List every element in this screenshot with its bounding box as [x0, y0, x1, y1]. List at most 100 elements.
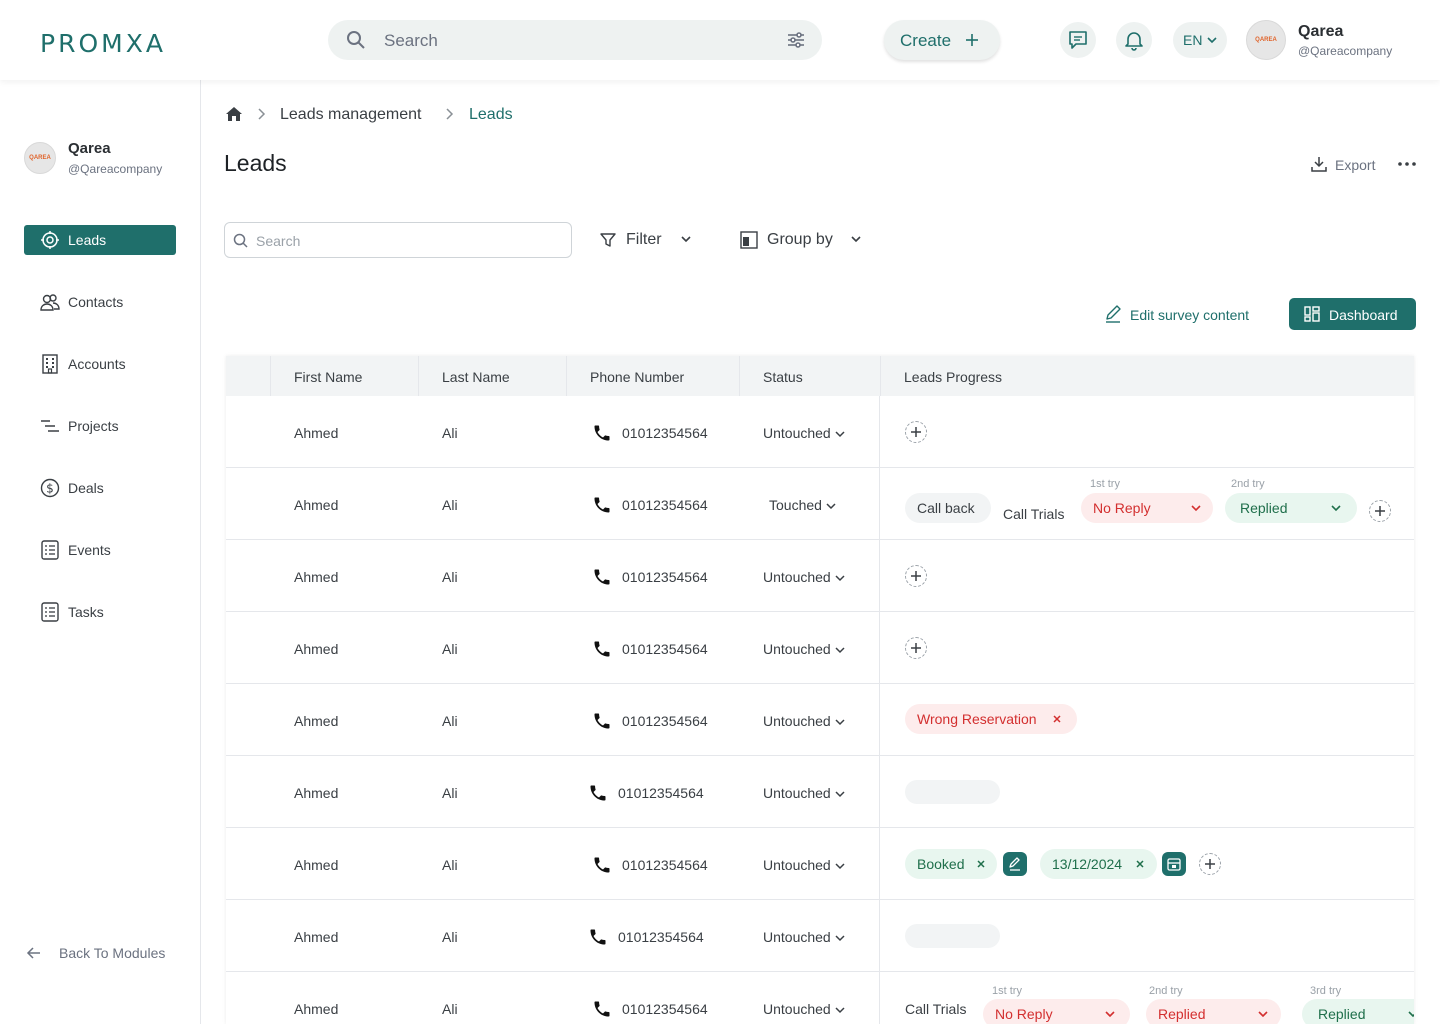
top-bar: PROMXA Search Create EN QAREA Qarea @Qar… — [0, 0, 1440, 80]
filter-settings-icon[interactable] — [786, 30, 806, 50]
table-row[interactable]: Ahmed Ali 01012354564 Touched Call back … — [226, 468, 1414, 540]
booked-tag[interactable]: Booked — [905, 849, 997, 879]
close-icon[interactable] — [1053, 715, 1061, 723]
try-1-dropdown[interactable]: No Reply — [983, 999, 1130, 1024]
close-icon[interactable] — [1136, 860, 1144, 868]
plus-icon — [911, 427, 921, 437]
column-status[interactable]: Status — [739, 356, 880, 396]
try-2-dropdown[interactable]: Replied — [1146, 999, 1281, 1024]
sidebar-item-accounts[interactable]: Accounts — [24, 349, 176, 379]
messages-button[interactable] — [1060, 22, 1096, 58]
try-label: 2nd try — [1149, 985, 1183, 997]
add-try-button[interactable] — [1369, 500, 1391, 522]
sidebar-item-label: Events — [68, 542, 111, 558]
table-row[interactable]: Ahmed Ali 01012354564 Untouched — [226, 900, 1414, 972]
call-back-chip[interactable]: Call back — [905, 493, 991, 523]
sidebar-item-tasks[interactable]: Tasks — [24, 597, 176, 627]
status-dropdown[interactable]: Untouched — [763, 785, 845, 801]
try-2-dropdown[interactable]: Replied — [1225, 493, 1357, 523]
phone-icon[interactable] — [592, 495, 612, 515]
sidebar-item-events[interactable]: Events — [24, 535, 176, 565]
chevron-down-icon — [1331, 505, 1341, 512]
plus-icon — [1205, 859, 1215, 869]
table-row[interactable]: Ahmed Ali 01012354564 Untouched — [226, 540, 1414, 612]
table-row[interactable]: Ahmed Ali 01012354564 Untouched — [226, 396, 1414, 468]
phone-icon[interactable] — [592, 999, 612, 1019]
pencil-icon — [1009, 857, 1020, 871]
target-icon — [41, 231, 59, 249]
column-first-name[interactable]: First Name — [270, 356, 418, 396]
status-dropdown[interactable]: Untouched — [763, 1001, 845, 1017]
plus-icon — [911, 571, 921, 581]
status-dropdown[interactable]: Untouched — [763, 929, 845, 945]
checklist-icon — [41, 602, 59, 622]
phone-icon[interactable] — [592, 639, 612, 659]
column-label: Status — [763, 369, 803, 385]
table-row[interactable]: Ahmed Ali 01012354564 Untouched Wrong Re… — [226, 684, 1414, 756]
table-row[interactable]: Ahmed Ali 01012354564 Untouched — [226, 756, 1414, 828]
status-value: Untouched — [763, 425, 831, 441]
status-dropdown[interactable]: Untouched — [763, 857, 845, 873]
sidebar-item-label: Contacts — [68, 294, 124, 310]
phone-icon[interactable] — [588, 927, 608, 947]
edit-survey-label: Edit survey content — [1130, 307, 1250, 323]
more-options-icon[interactable] — [1398, 161, 1416, 167]
sidebar-item-projects[interactable]: Projects — [24, 411, 176, 441]
home-icon[interactable] — [224, 104, 244, 124]
phone-number-cell: 01012354564 — [618, 785, 704, 801]
breadcrumb-leads-management[interactable]: Leads management — [280, 106, 421, 124]
column-last-name[interactable]: Last Name — [418, 356, 566, 396]
column-label: Phone Number — [590, 369, 685, 385]
try-3-dropdown[interactable]: Replied — [1302, 999, 1414, 1024]
add-progress-button[interactable] — [905, 565, 927, 587]
pick-date-button[interactable] — [1162, 852, 1186, 876]
sidebar-item-contacts[interactable]: Contacts — [24, 287, 176, 317]
edit-booking-button[interactable] — [1003, 852, 1027, 876]
sidebar-item-leads[interactable]: Leads — [24, 225, 176, 255]
status-value: Untouched — [763, 857, 831, 873]
chevron-down-icon — [835, 1007, 845, 1014]
sidebar-item-deals[interactable]: $ Deals — [24, 473, 176, 503]
column-phone-number[interactable]: Phone Number — [566, 356, 739, 396]
chip-label: Call back — [917, 500, 975, 516]
try-label: 2nd try — [1231, 478, 1265, 490]
status-dropdown[interactable]: Touched — [769, 497, 836, 513]
wrong-reservation-tag[interactable]: Wrong Reservation — [905, 704, 1077, 734]
phone-icon[interactable] — [592, 855, 612, 875]
phone-icon[interactable] — [592, 567, 612, 587]
table-row[interactable]: Ahmed Ali 01012354564 Untouched Call Tri… — [226, 972, 1414, 1024]
promxa-logo[interactable]: PROMXA — [40, 29, 166, 58]
global-search-input[interactable]: Search — [328, 20, 822, 60]
status-dropdown[interactable]: Untouched — [763, 641, 845, 657]
sidebar-user-name: Qarea — [68, 140, 111, 157]
leads-search-input[interactable]: Search — [224, 222, 572, 258]
language-selector[interactable]: EN — [1173, 22, 1227, 58]
last-name-cell: Ali — [442, 713, 458, 729]
column-leads-progress[interactable]: Leads Progress — [880, 356, 1414, 396]
status-dropdown[interactable]: Untouched — [763, 425, 845, 441]
tag-label: Wrong Reservation — [917, 711, 1037, 727]
pencil-icon — [1106, 305, 1121, 323]
add-progress-button[interactable] — [905, 421, 927, 443]
add-progress-button[interactable] — [1199, 853, 1221, 875]
phone-icon[interactable] — [592, 423, 612, 443]
table-row[interactable]: Ahmed Ali 01012354564 Untouched Booked 1… — [226, 828, 1414, 900]
chevron-down-icon — [835, 647, 845, 654]
try-1-dropdown[interactable]: No Reply — [1081, 493, 1213, 523]
status-dropdown[interactable]: Untouched — [763, 569, 845, 585]
add-progress-button[interactable] — [905, 637, 927, 659]
create-button[interactable]: Create — [884, 20, 1000, 60]
booking-date-tag[interactable]: 13/12/2024 — [1040, 849, 1157, 879]
table-row[interactable]: Ahmed Ali 01012354564 Untouched — [226, 612, 1414, 684]
sidebar-item-label: Leads — [68, 232, 107, 248]
try-label: 1st try — [1090, 478, 1120, 490]
phone-number-cell: 01012354564 — [622, 497, 708, 513]
projects-icon — [41, 420, 59, 432]
call-trials-label: Call Trials — [1003, 506, 1065, 522]
status-dropdown[interactable]: Untouched — [763, 713, 845, 729]
close-icon[interactable] — [977, 860, 985, 868]
notifications-button[interactable] — [1116, 22, 1152, 58]
phone-icon[interactable] — [592, 711, 612, 731]
dashboard-button[interactable]: Dashboard — [1289, 298, 1416, 330]
phone-icon[interactable] — [588, 783, 608, 803]
